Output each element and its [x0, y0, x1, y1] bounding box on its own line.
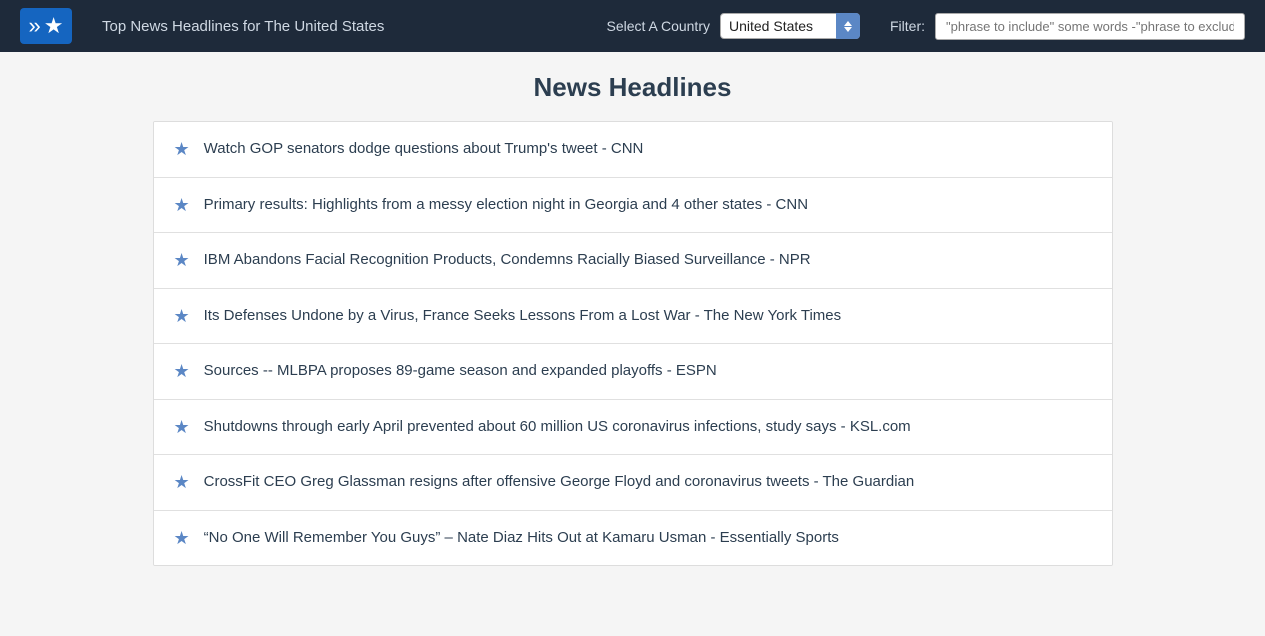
headline-text: IBM Abandons Facial Recognition Products… [204, 249, 1092, 272]
logo-icon: » [29, 15, 41, 37]
filter-label: Filter: [890, 18, 925, 34]
favorite-star-button[interactable]: ★ [174, 418, 190, 436]
news-item: ★ Watch GOP senators dodge questions abou… [154, 122, 1112, 178]
news-item: ★ Shutdowns through early April prevented… [154, 400, 1112, 456]
news-list[interactable]: ★ Watch GOP senators dodge questions abou… [153, 121, 1113, 566]
logo: » ★ [20, 8, 72, 44]
headline-text: Its Defenses Undone by a Virus, France S… [204, 305, 1092, 328]
filter-section: Filter: [890, 13, 1245, 40]
headline-text: Shutdowns through early April prevented … [204, 416, 1092, 439]
headline-text: Primary results: Highlights from a messy… [204, 194, 1092, 217]
logo-inner: » ★ [29, 15, 64, 37]
news-item: ★ Primary results: Highlights from a mess… [154, 178, 1112, 234]
favorite-star-button[interactable]: ★ [174, 529, 190, 547]
news-item: ★ Sources -- MLBPA proposes 89-game seaso… [154, 344, 1112, 400]
country-select[interactable]: United States United Kingdom Canada Aust… [720, 13, 860, 39]
page-title: News Headlines [153, 72, 1113, 103]
news-item: ★ “No One Will Remember You Guys” – Nate … [154, 511, 1112, 566]
country-section: Select A Country United States United Ki… [606, 13, 860, 39]
favorite-star-button[interactable]: ★ [174, 251, 190, 269]
navbar: » ★ Top News Headlines for The United St… [0, 0, 1265, 52]
country-label: Select A Country [606, 18, 710, 34]
nav-title: Top News Headlines for The United States [102, 18, 576, 35]
logo-icon-2: ★ [44, 15, 64, 37]
main-content: News Headlines ★ Watch GOP senators dodge… [153, 52, 1113, 586]
headline-text: CrossFit CEO Greg Glassman resigns after… [204, 471, 1092, 494]
headline-text: Watch GOP senators dodge questions about… [204, 138, 1092, 161]
country-select-wrapper: United States United Kingdom Canada Aust… [720, 13, 860, 39]
favorite-star-button[interactable]: ★ [174, 473, 190, 491]
favorite-star-button[interactable]: ★ [174, 140, 190, 158]
favorite-star-button[interactable]: ★ [174, 196, 190, 214]
news-item: ★ CrossFit CEO Greg Glassman resigns afte… [154, 455, 1112, 511]
favorite-star-button[interactable]: ★ [174, 362, 190, 380]
news-item: ★ Its Defenses Undone by a Virus, France … [154, 289, 1112, 345]
filter-input[interactable] [935, 13, 1245, 40]
headline-text: “No One Will Remember You Guys” – Nate D… [204, 527, 1092, 550]
favorite-star-button[interactable]: ★ [174, 307, 190, 325]
headline-text: Sources -- MLBPA proposes 89-game season… [204, 360, 1092, 383]
news-item: ★ IBM Abandons Facial Recognition Product… [154, 233, 1112, 289]
